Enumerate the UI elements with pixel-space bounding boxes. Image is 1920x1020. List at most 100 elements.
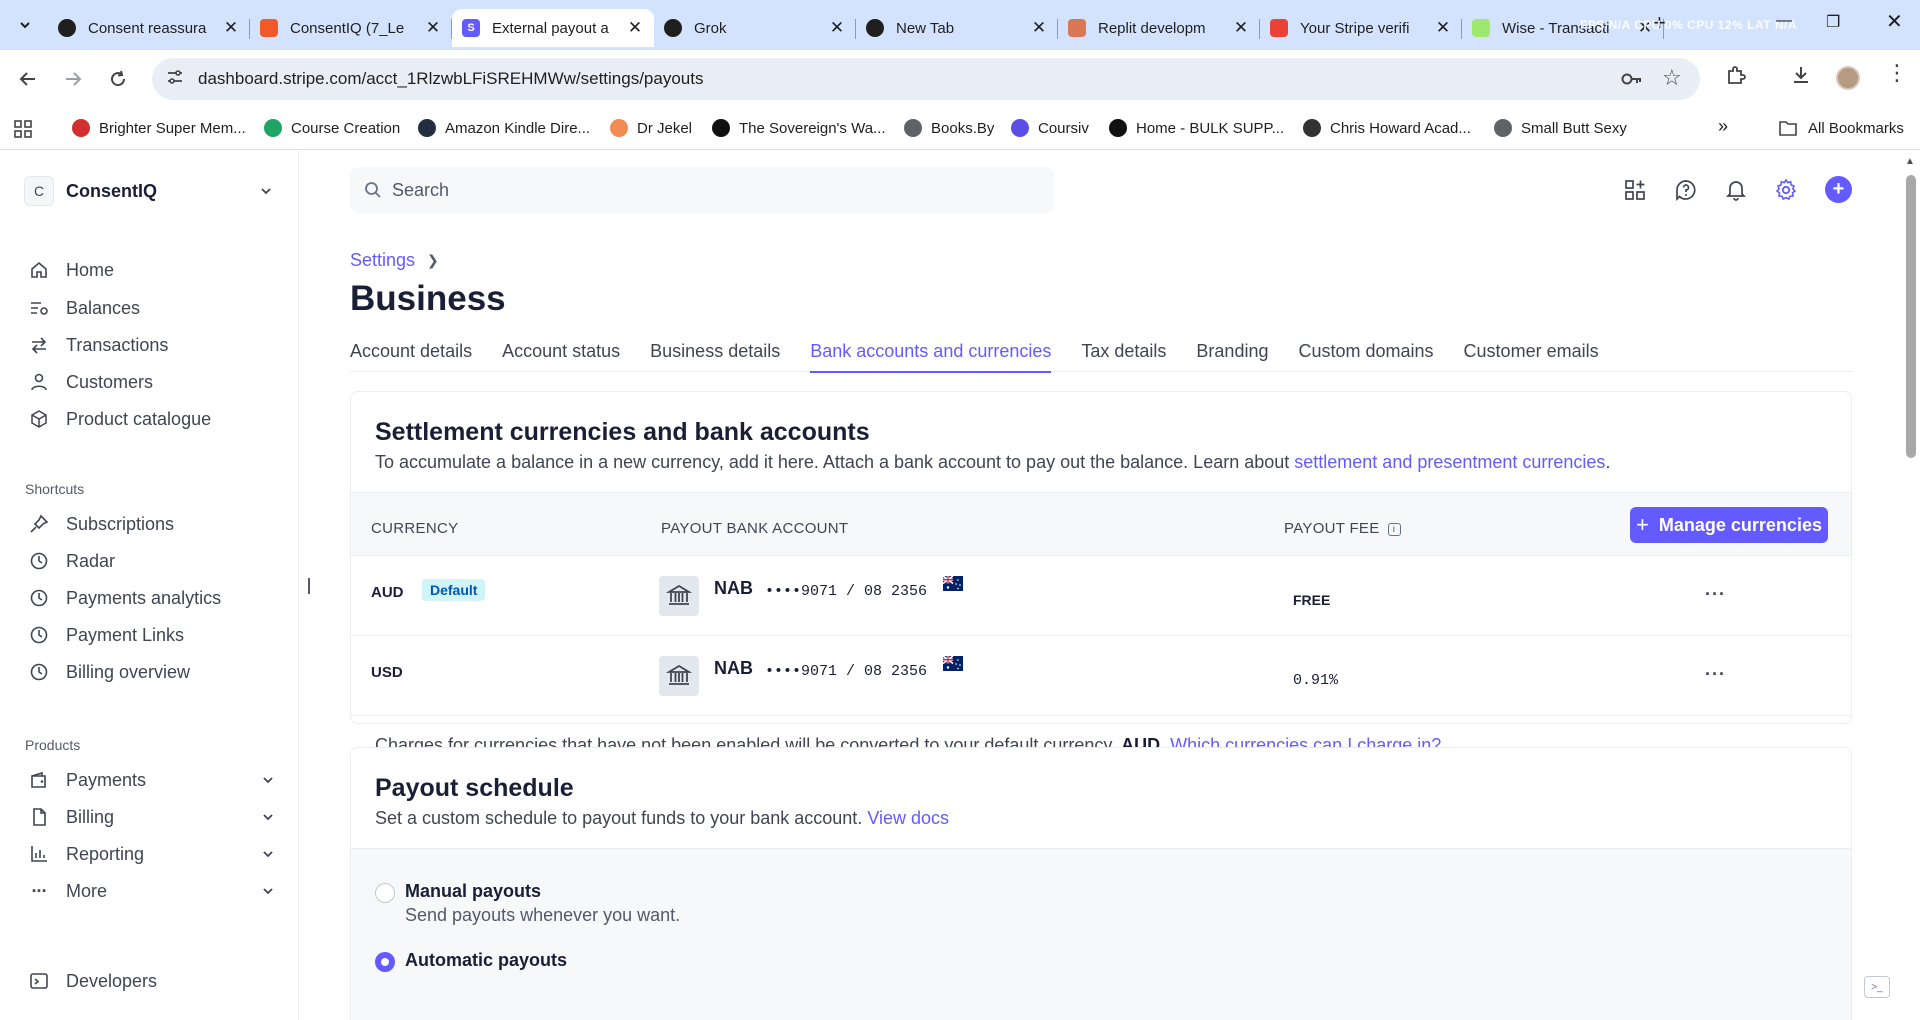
info-icon[interactable]: i xyxy=(1387,522,1401,536)
sidebar-item-radar[interactable]: Radar xyxy=(28,546,274,576)
tab-business-details[interactable]: Business details xyxy=(650,338,780,372)
sidebar-item-reporting[interactable]: Reporting xyxy=(28,839,274,869)
manual-payouts-radio[interactable] xyxy=(375,883,395,903)
bookmark-item[interactable]: Dr Jekel xyxy=(610,119,692,137)
browser-tab[interactable]: New Tab ✕ xyxy=(856,9,1058,47)
gear-icon[interactable] xyxy=(1773,177,1799,203)
star-bookmark-icon[interactable]: ☆ xyxy=(1662,65,1682,91)
close-tab-icon[interactable]: ✕ xyxy=(626,18,644,38)
breadcrumb-settings-link[interactable]: Settings xyxy=(350,250,415,271)
automatic-payouts-radio[interactable] xyxy=(375,952,395,972)
reload-button[interactable] xyxy=(103,64,133,94)
browser-tab[interactable]: ConsentIQ (7_Le ✕ xyxy=(250,9,452,47)
scroll-up-arrow-icon[interactable]: ▲ xyxy=(1905,156,1915,167)
sidebar-item-transactions[interactable]: Transactions xyxy=(28,330,274,360)
key-icon[interactable] xyxy=(1620,68,1644,95)
account-switcher[interactable]: C ConsentIQ xyxy=(24,173,272,209)
bookmark-item[interactable]: Amazon Kindle Dire... xyxy=(418,119,590,137)
tab-search-button[interactable] xyxy=(10,12,40,38)
search-icon xyxy=(365,182,381,198)
bookmark-item[interactable]: Course Creation xyxy=(264,119,400,137)
manage-currencies-button[interactable]: + Manage currencies xyxy=(1630,507,1828,543)
close-tab-icon[interactable]: ✕ xyxy=(1030,18,1048,38)
minimize-icon[interactable]: — xyxy=(1776,12,1792,30)
sidebar-item-billing[interactable]: Billing xyxy=(28,802,274,832)
close-window-icon[interactable]: ✕ xyxy=(1886,9,1903,34)
tab-tax-details[interactable]: Tax details xyxy=(1081,338,1166,372)
sidebar-item-subscriptions[interactable]: Subscriptions xyxy=(28,509,274,539)
bookmark-label: Dr Jekel xyxy=(637,119,693,137)
tab-customer-emails[interactable]: Customer emails xyxy=(1464,338,1599,372)
create-plus-button[interactable]: + xyxy=(1825,176,1852,203)
bookmark-item[interactable]: Small Butt Sexy xyxy=(1494,119,1627,137)
download-icon[interactable] xyxy=(1790,64,1812,92)
sidebar-item-more[interactable]: ··· More xyxy=(28,876,274,906)
bank-account-number: ••••9071 / 08 2356 xyxy=(765,663,928,680)
sidebar-item-label: Billing overview xyxy=(66,661,191,682)
bell-icon[interactable] xyxy=(1723,177,1749,203)
apps-add-icon[interactable] xyxy=(1622,177,1648,203)
forward-button[interactable] xyxy=(58,64,88,94)
close-tab-icon[interactable]: ✕ xyxy=(828,18,846,38)
sidebar-item-developers[interactable]: Developers xyxy=(28,966,274,996)
more-bookmarks-icon[interactable]: » xyxy=(1718,116,1728,137)
help-icon[interactable] xyxy=(1673,177,1699,203)
bookmark-item[interactable]: Books.By xyxy=(904,119,994,137)
sidebar-item-payment-links[interactable]: Payment Links xyxy=(28,620,274,650)
browser-tab[interactable]: Your Stripe verifi ✕ xyxy=(1260,9,1462,47)
automatic-payouts-label[interactable]: Automatic payouts xyxy=(405,950,567,971)
address-bar[interactable]: dashboard.stripe.com/acct_1RlzwbLFiSREHM… xyxy=(152,58,1700,100)
profile-avatar[interactable] xyxy=(1836,66,1860,90)
row-actions-ellipsis-icon[interactable]: ··· xyxy=(1705,664,1726,685)
sidebar-item-balances[interactable]: Balances xyxy=(28,293,274,323)
sidebar-item-payments[interactable]: Payments xyxy=(28,765,274,795)
system-overlay-text: FPS N/A CPU 0% CPU 12% LAT N/A xyxy=(1580,18,1798,32)
tab-branding[interactable]: Branding xyxy=(1196,338,1268,372)
settlement-description-text: To accumulate a balance in a new currenc… xyxy=(375,452,1295,472)
close-tab-icon[interactable]: ✕ xyxy=(424,18,442,38)
close-tab-icon[interactable]: ✕ xyxy=(1232,18,1250,38)
tab-bank-accounts-and-currencies[interactable]: Bank accounts and currencies xyxy=(810,338,1052,373)
sidebar-item-customers[interactable]: Customers xyxy=(28,367,274,397)
browser-tab[interactable]: Grok ✕ xyxy=(654,9,856,47)
bookmark-favicon-icon xyxy=(1494,119,1512,137)
tab-account-status[interactable]: Account status xyxy=(502,338,620,372)
sidebar-item-home[interactable]: Home xyxy=(28,255,274,285)
arrow-right-icon xyxy=(66,72,82,86)
extensions-icon[interactable] xyxy=(1725,64,1747,92)
view-docs-link[interactable]: View docs xyxy=(867,808,949,828)
manual-payouts-label[interactable]: Manual payouts xyxy=(405,881,541,902)
browser-tab[interactable]: S External payout a ✕ xyxy=(452,9,654,47)
address-url[interactable]: dashboard.stripe.com/acct_1RlzwbLFiSREHM… xyxy=(198,69,703,89)
terminal-icon[interactable]: >_ xyxy=(1864,976,1890,998)
close-tab-icon[interactable]: ✕ xyxy=(1434,18,1452,38)
bookmark-item[interactable]: Coursiv xyxy=(1011,119,1089,137)
bookmark-label: Small Butt Sexy xyxy=(1521,119,1627,137)
browser-tab[interactable]: Replit developm ✕ xyxy=(1058,9,1260,47)
search-input[interactable] xyxy=(392,179,992,201)
bookmark-item[interactable]: Brighter Super Mem... xyxy=(72,119,246,137)
search-bar[interactable] xyxy=(350,167,1054,213)
settlement-currencies-link[interactable]: settlement and presentment currencies xyxy=(1294,452,1605,472)
tab-account-details[interactable]: Account details xyxy=(350,338,472,372)
apps-grid-icon[interactable] xyxy=(13,119,33,139)
bookmark-item[interactable]: Home - BULK SUPP... xyxy=(1109,119,1284,137)
bookmark-item[interactable]: The Sovereign's Wa... xyxy=(712,119,886,137)
sidebar-item-billing-overview[interactable]: Billing overview xyxy=(28,657,274,687)
bookmark-item[interactable]: Chris Howard Acad... xyxy=(1303,119,1471,137)
close-tab-icon[interactable]: ✕ xyxy=(222,18,240,38)
currency-table-header: CURRENCY PAYOUT BANK ACCOUNT PAYOUT FEE i… xyxy=(351,492,1851,556)
sidebar-item-payments-analytics[interactable]: Payments analytics xyxy=(28,583,274,613)
scrollbar-thumb[interactable] xyxy=(1906,175,1916,458)
bookmark-favicon-icon xyxy=(418,119,436,137)
all-bookmarks-folder[interactable]: All Bookmarks xyxy=(1778,119,1904,137)
back-button[interactable] xyxy=(13,64,43,94)
bookmark-label: Books.By xyxy=(931,119,995,137)
sidebar-item-product-catalogue[interactable]: Product catalogue xyxy=(28,404,274,434)
chrome-menu-icon[interactable]: ⋮ xyxy=(1886,60,1908,86)
row-actions-ellipsis-icon[interactable]: ··· xyxy=(1705,584,1726,605)
site-settings-icon[interactable] xyxy=(166,68,188,91)
restore-icon[interactable]: ❐ xyxy=(1826,12,1840,32)
browser-tab[interactable]: Consent reassura ✕ xyxy=(48,9,250,47)
tab-custom-domains[interactable]: Custom domains xyxy=(1298,338,1433,372)
